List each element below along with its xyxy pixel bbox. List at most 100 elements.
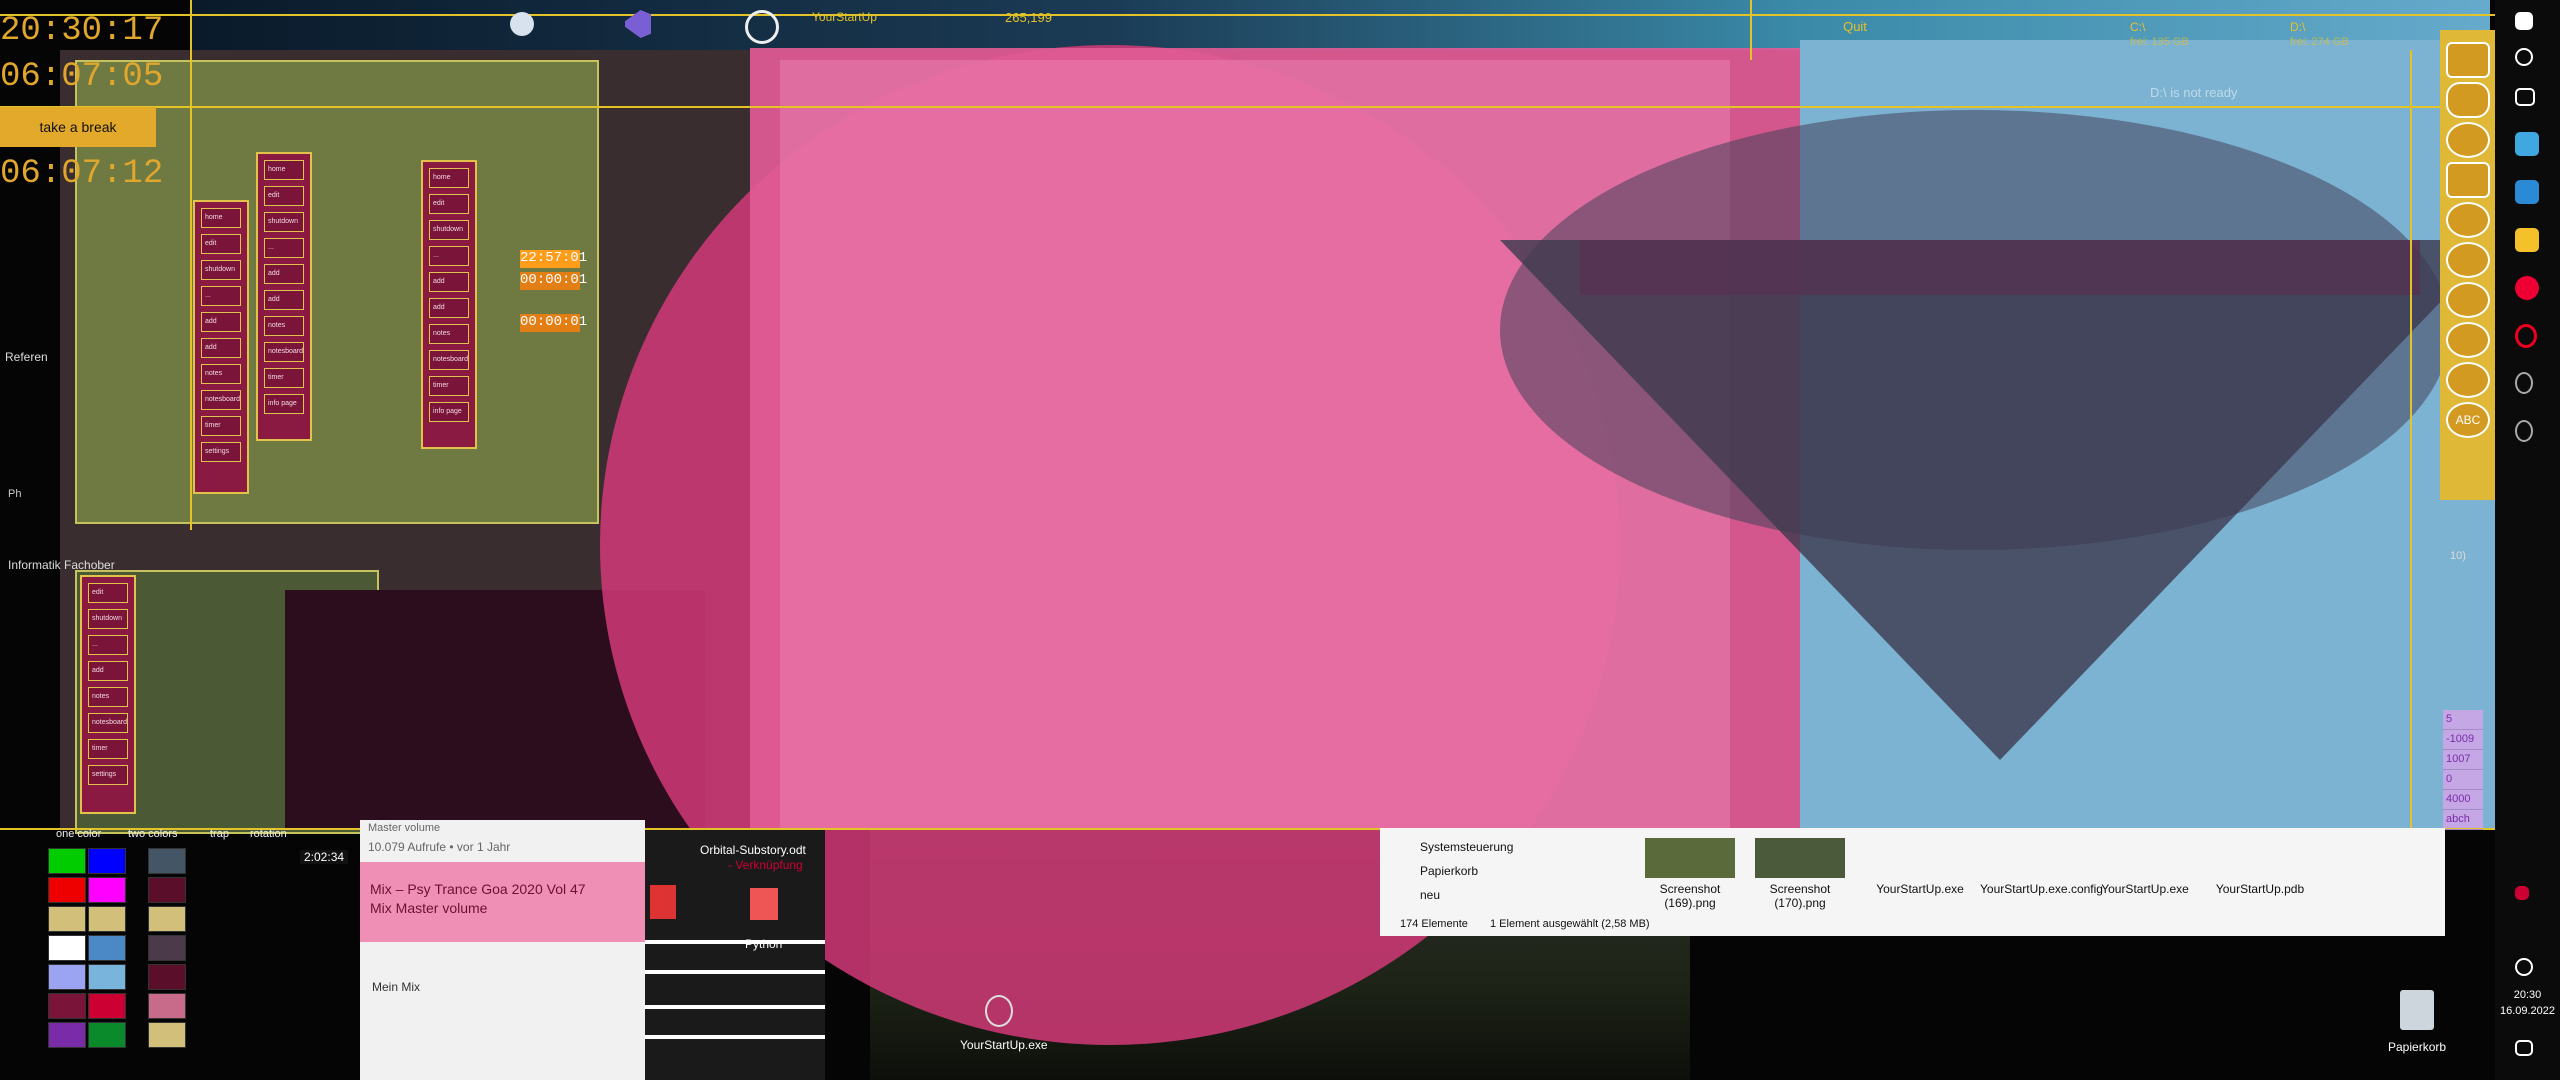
steam-icon[interactable] bbox=[510, 12, 534, 36]
menu-item[interactable]: info page bbox=[264, 394, 304, 414]
menu-item[interactable]: notes bbox=[429, 324, 469, 344]
color-swatch[interactable] bbox=[88, 935, 126, 961]
taskbar-time[interactable]: 20:30 bbox=[2495, 988, 2560, 1002]
menu-item[interactable]: shutdown bbox=[264, 212, 304, 232]
file-label[interactable]: YourStartUp.exe.config bbox=[1980, 882, 2103, 896]
file-label[interactable]: YourStartUp.exe bbox=[2095, 882, 2195, 896]
menu-item[interactable]: add bbox=[201, 312, 241, 332]
arrow-shape-button[interactable] bbox=[2446, 362, 2490, 398]
file-thumbnail[interactable] bbox=[1755, 838, 1845, 878]
video-card[interactable]: Mix – Psy Trance Goa 2020 Vol 47 Mix Mas… bbox=[360, 862, 645, 942]
value-field[interactable]: 5 bbox=[2443, 710, 2483, 730]
one-color-radio[interactable]: one color bbox=[56, 828, 101, 840]
rectangle-shape-button[interactable] bbox=[2446, 42, 2490, 78]
nav-item[interactable]: Systemsteuerung bbox=[1420, 840, 1513, 854]
volume-slider[interactable] bbox=[645, 940, 825, 944]
orbital-file-label[interactable]: Orbital-Substory.odt bbox=[700, 843, 806, 857]
windows-start-icon[interactable] bbox=[2515, 12, 2533, 30]
menu-item[interactable]: shutdown bbox=[201, 260, 241, 280]
color-swatch[interactable] bbox=[88, 906, 126, 932]
menu-item[interactable]: shutdown bbox=[429, 220, 469, 240]
youstartup-taskbar-icon-2[interactable] bbox=[2515, 420, 2533, 442]
file-label[interactable]: YourStartUp.pdb bbox=[2205, 882, 2315, 896]
explorer-icon[interactable] bbox=[2515, 228, 2539, 252]
color-swatch[interactable] bbox=[48, 877, 86, 903]
color-swatch[interactable] bbox=[148, 906, 186, 932]
menu-item[interactable]: home bbox=[429, 168, 469, 188]
menu-item[interactable]: notesboard bbox=[88, 713, 128, 733]
video-title[interactable]: Mix – Psy Trance Goa 2020 Vol 47 Mix Mas… bbox=[370, 880, 590, 918]
color-swatch[interactable] bbox=[148, 1022, 186, 1048]
color-swatch[interactable] bbox=[88, 877, 126, 903]
value-field[interactable]: 1007 bbox=[2443, 750, 2483, 770]
take-a-break-button[interactable]: take a break bbox=[0, 107, 156, 147]
menu-item[interactable]: home bbox=[264, 160, 304, 180]
menu-item[interactable]: ... bbox=[88, 635, 128, 655]
task-view-icon[interactable] bbox=[2515, 88, 2535, 106]
menu-item[interactable]: notes bbox=[264, 316, 304, 336]
menu-item[interactable]: shutdown bbox=[88, 609, 128, 629]
color-swatch[interactable] bbox=[48, 993, 86, 1019]
volume-slider[interactable] bbox=[645, 970, 825, 974]
volume-slider[interactable] bbox=[645, 1005, 825, 1009]
search-icon[interactable] bbox=[2515, 48, 2533, 66]
menu-item[interactable]: add bbox=[88, 661, 128, 681]
two-colors-radio[interactable]: two colors bbox=[128, 828, 178, 840]
value-field[interactable]: 4000 bbox=[2443, 790, 2483, 810]
menu-item[interactable]: add bbox=[429, 272, 469, 292]
value-field[interactable]: abch bbox=[2443, 810, 2483, 830]
taskbar-date[interactable]: 16.09.2022 bbox=[2495, 1004, 2560, 1018]
color-swatch[interactable] bbox=[148, 993, 186, 1019]
color-swatch[interactable] bbox=[48, 848, 86, 874]
menu-item[interactable]: add bbox=[201, 338, 241, 358]
unreal-engine-icon[interactable] bbox=[745, 10, 779, 44]
recycle-bin-icon[interactable] bbox=[2400, 990, 2434, 1030]
menu-item[interactable]: ... bbox=[201, 286, 241, 306]
youstartup-desktop-icon[interactable] bbox=[985, 995, 1013, 1027]
menu-item[interactable]: timer bbox=[88, 739, 128, 759]
text-shape-button[interactable]: ABC bbox=[2446, 402, 2490, 438]
color-swatch[interactable] bbox=[148, 964, 186, 990]
color-swatch[interactable] bbox=[88, 848, 126, 874]
menu-item[interactable]: edit bbox=[264, 186, 304, 206]
chrome-icon[interactable] bbox=[2515, 276, 2539, 300]
color-swatch[interactable] bbox=[88, 964, 126, 990]
python-icon[interactable] bbox=[750, 888, 778, 920]
file-label[interactable]: Screenshot (169).png bbox=[1640, 882, 1740, 910]
store-icon[interactable] bbox=[2515, 132, 2539, 156]
trapeze-shape-button[interactable] bbox=[2446, 282, 2490, 318]
file-label[interactable]: Screenshot (170).png bbox=[1750, 882, 1850, 910]
triangle-down-shape-button[interactable] bbox=[2446, 202, 2490, 238]
nav-item[interactable]: neu bbox=[1420, 888, 1440, 902]
color-swatch[interactable] bbox=[148, 848, 186, 874]
notification-icon[interactable] bbox=[2515, 1040, 2533, 1056]
color-swatch[interactable] bbox=[48, 964, 86, 990]
menu-item[interactable]: add bbox=[264, 264, 304, 284]
menu-item[interactable]: notes bbox=[88, 687, 128, 707]
ellipse-shape-button[interactable] bbox=[2446, 122, 2490, 158]
pdf-icon[interactable] bbox=[650, 885, 676, 919]
menu-item[interactable]: edit bbox=[201, 234, 241, 254]
menu-item[interactable]: settings bbox=[201, 442, 241, 462]
opera-icon[interactable] bbox=[2515, 324, 2537, 348]
menu-item[interactable]: notesboard bbox=[201, 390, 241, 410]
color-swatch[interactable] bbox=[48, 935, 86, 961]
volume-slider[interactable] bbox=[645, 1035, 825, 1039]
rotation-radio[interactable]: rotation bbox=[250, 828, 287, 840]
menu-item[interactable]: edit bbox=[88, 583, 128, 603]
trapeze-radio[interactable]: trap bbox=[210, 828, 229, 840]
menu-item[interactable]: notesboard bbox=[264, 342, 304, 362]
color-swatch[interactable] bbox=[88, 1022, 126, 1048]
recycle-bin-label[interactable]: Papierkorb bbox=[2388, 1040, 2446, 1054]
value-field[interactable]: 0 bbox=[2443, 770, 2483, 790]
menu-item[interactable]: add bbox=[429, 298, 469, 318]
tray-icon[interactable] bbox=[2515, 886, 2529, 900]
nav-item[interactable]: Papierkorb bbox=[1420, 864, 1478, 878]
menu-item[interactable]: add bbox=[264, 290, 304, 310]
menu-item[interactable]: timer bbox=[429, 376, 469, 396]
menu-item[interactable]: notes bbox=[201, 364, 241, 384]
color-swatch[interactable] bbox=[88, 993, 126, 1019]
color-swatch[interactable] bbox=[148, 935, 186, 961]
triangle-shape-button[interactable] bbox=[2446, 242, 2490, 278]
value-field[interactable]: -1009 bbox=[2443, 730, 2483, 750]
